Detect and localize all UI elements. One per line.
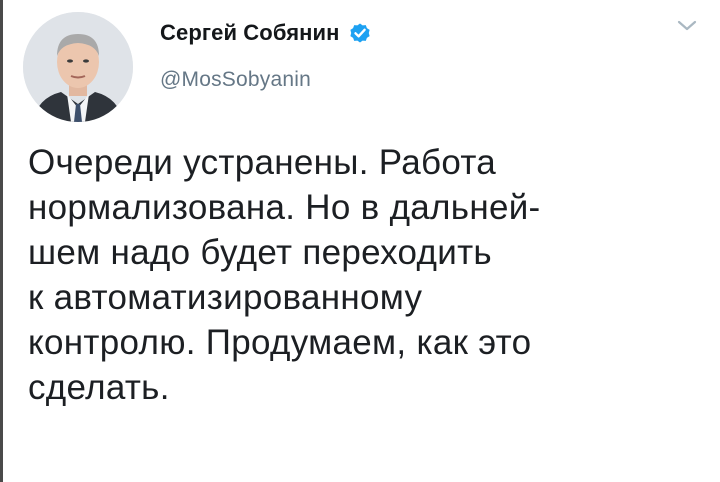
chevron-down-icon[interactable]: [676, 18, 698, 34]
avatar[interactable]: [23, 12, 133, 122]
tweet-text: Очереди устранены. Работа нормализована.…: [28, 140, 708, 410]
tweet-text-line: сделать.: [28, 368, 170, 407]
verified-badge-icon: [348, 21, 372, 45]
tweet-text-line: шем надо будет переходить: [28, 233, 492, 272]
tweet-text-line: к автоматизированному: [28, 278, 423, 317]
tweet-card: Сергей Собянин @MosSobyanin Очереди устр…: [0, 0, 720, 482]
tweet-header: Сергей Собянин @MosSobyanin: [160, 18, 372, 92]
tweet-text-line: Очереди устранены. Работа: [28, 143, 497, 182]
name-row: Сергей Собянин: [160, 18, 372, 48]
tweet-text-line: нормализована. Но в дальней-: [28, 188, 541, 227]
display-name[interactable]: Сергей Собянин: [160, 20, 340, 46]
user-handle[interactable]: @MosSobyanin: [160, 68, 372, 92]
tweet-text-line: контролю. Продумаем, как это: [28, 323, 532, 362]
left-border: [0, 0, 3, 482]
